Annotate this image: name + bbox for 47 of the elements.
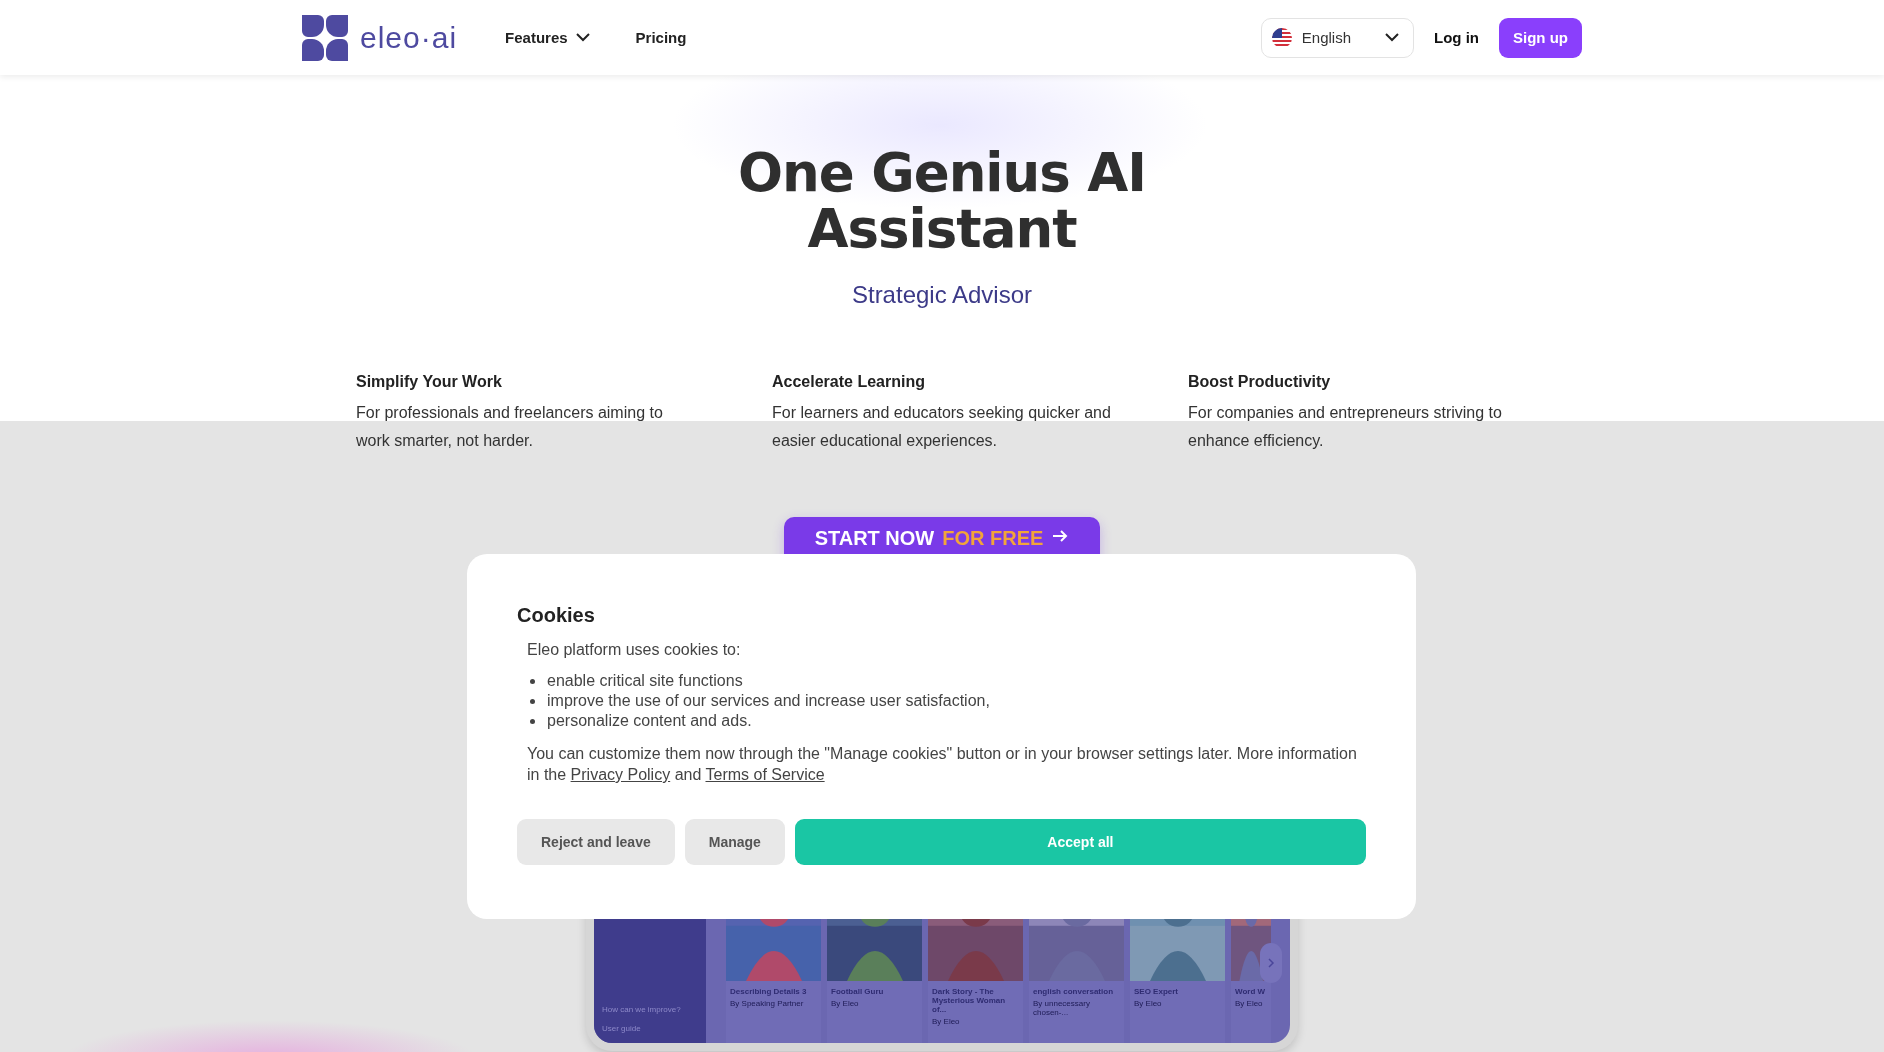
card-title: Dark Story - The Mysterious Woman of... (932, 987, 1007, 1014)
card-title: english conversation (1033, 987, 1115, 996)
feature-title: Simplify Your Work (356, 373, 503, 391)
feature-title: Boost Productivity (1188, 373, 1332, 391)
card-author: By Speaking Partner (730, 999, 805, 1008)
nav-link[interactable]: Pricing (635, 29, 687, 46)
secondary-button[interactable]: Manage (684, 819, 785, 865)
list-item: personalize content and ads. (547, 711, 752, 731)
logo-icon (302, 14, 348, 61)
next-button[interactable] (1260, 943, 1282, 983)
bullet-icon (530, 698, 535, 704)
card-author: By unnecessary chosen-... (1033, 999, 1091, 1017)
flag-icon (1271, 27, 1292, 48)
card-author: By Eleo (932, 1017, 961, 1026)
dialog-title: Cookies (517, 604, 596, 627)
chevron-down-icon (575, 33, 590, 42)
list-item: improve the use of our services and increase user satisfaction, (547, 691, 990, 711)
privacy-link[interactable]: Privacy Policy (570, 766, 671, 783)
card-title: Word W (1235, 987, 1267, 996)
terms-link[interactable]: Terms of Service (705, 766, 825, 783)
sidebar-item[interactable]: User guide (602, 1024, 698, 1033)
bullet-icon (530, 718, 535, 724)
list-item: enable critical site functions (547, 671, 743, 691)
card-author: By Eleo (1235, 999, 1264, 1008)
card-author: By Eleo (1134, 999, 1163, 1008)
logo-text: eleo·ai (360, 20, 458, 55)
language-select[interactable]: English (1260, 17, 1414, 58)
hero-title: One Genius AI Assistant (737, 145, 1147, 257)
card-title: SEO Expert (1134, 987, 1179, 996)
chevron-down-icon (1385, 33, 1399, 42)
feature-text: For learners and educators seeking quicker and easier educational experiences. (772, 403, 1112, 451)
feature-title: Accelerate Learning (772, 373, 926, 391)
sidebar-item[interactable]: How can we improve? (602, 1005, 698, 1014)
feature-text: For companies and entrepreneurs striving to enhance efficiency. (1188, 403, 1503, 451)
bullet-icon (530, 678, 535, 684)
login-link[interactable]: Log in (1434, 29, 1479, 46)
cookie-note: You can customize them now through the "Manage cookies" button or in your browser settings later. More information in the Privacy Policy and Terms of Service (527, 744, 1358, 785)
chevron-right-icon (1267, 958, 1275, 968)
card-author: By Eleo (831, 999, 860, 1008)
hero-subtitle: Strategic Advisor (851, 281, 1033, 309)
cookie-intro: Eleo platform uses cookies to: (527, 641, 742, 659)
card-title: Football Guru (831, 987, 885, 996)
feature-text: For professionals and freelancers aiming to work smarter, not harder. (356, 403, 664, 451)
secondary-button[interactable]: Reject and leave (517, 819, 675, 865)
card-title: Describing Details 3 (730, 987, 808, 996)
nav-link[interactable]: Features (505, 29, 590, 46)
signup-button[interactable]: Sign up (1499, 17, 1582, 58)
